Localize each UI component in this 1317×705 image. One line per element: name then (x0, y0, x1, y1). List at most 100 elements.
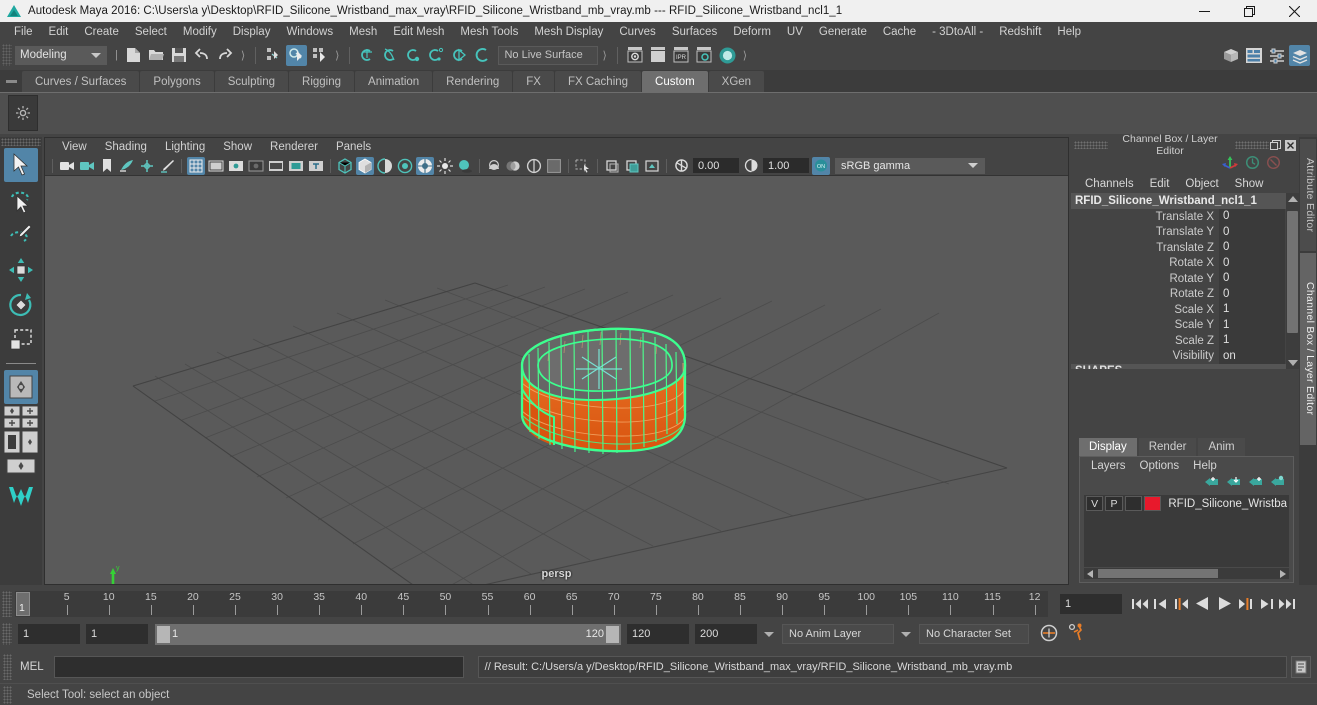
shelf-tab-animation[interactable]: Animation (355, 71, 433, 92)
delete-history-icon[interactable] (1266, 155, 1281, 173)
panel-grip-right[interactable] (1235, 141, 1269, 149)
redo-button[interactable] (215, 45, 236, 66)
smooth-shade-all-icon[interactable] (356, 156, 374, 175)
quick-layout-persp-outliner[interactable] (4, 430, 38, 454)
channel-value-field[interactable]: 1 (1219, 302, 1285, 318)
wireframe-shading-icon[interactable] (336, 157, 354, 175)
scroll-right-arrow-icon[interactable] (1280, 569, 1286, 578)
channel-box-vertical-scrollbar[interactable] (1286, 193, 1299, 369)
menu-help[interactable]: Help (1049, 24, 1089, 40)
xray-joints-icon[interactable] (623, 157, 641, 175)
isolate-select-icon[interactable] (574, 157, 592, 175)
menu-surfaces[interactable]: Surfaces (664, 24, 725, 40)
panel-grip[interactable] (1074, 141, 1108, 149)
menu-mesh-display[interactable]: Mesh Display (526, 24, 611, 40)
live-surface-field[interactable]: No Live Surface (498, 45, 599, 65)
range-slider-grip[interactable] (2, 623, 12, 645)
channel-value-field[interactable]: on (1219, 348, 1285, 364)
channel-value-field[interactable]: 1 (1219, 317, 1285, 333)
toggle-grid-icon[interactable] (187, 156, 205, 175)
scrollbar-thumb[interactable] (1287, 211, 1298, 333)
channels-edit-menu[interactable]: Edit (1142, 178, 1178, 190)
move-tool[interactable] (4, 253, 38, 287)
menu-curves[interactable]: Curves (611, 24, 663, 40)
channel-row-scale-z[interactable]: Scale Z 1 (1071, 333, 1299, 349)
color-profile-dropdown[interactable]: sRGB gamma (835, 157, 985, 174)
toolbox-grip[interactable] (1, 138, 41, 146)
viewport-menu-renderer[interactable]: Renderer (261, 141, 327, 153)
shelf-menu-button[interactable] (0, 70, 22, 92)
close-button[interactable] (1272, 0, 1317, 22)
shelf-tab-sculpting[interactable]: Sculpting (214, 71, 289, 92)
layers-options-menu[interactable]: Options (1133, 460, 1187, 472)
shelf-tab-custom[interactable]: Custom (642, 71, 708, 92)
safe-action-icon[interactable] (287, 157, 305, 175)
menu-deform[interactable]: Deform (725, 24, 779, 40)
display-textures-icon[interactable] (416, 156, 434, 175)
channel-row-rotate-x[interactable]: Rotate X 0 (1071, 255, 1299, 271)
scroll-up-arrow-icon[interactable] (1288, 196, 1298, 202)
tab-display[interactable]: Display (1079, 438, 1137, 456)
channel-value-field[interactable]: 0 (1219, 271, 1285, 287)
new-scene-button[interactable] (123, 45, 144, 66)
scale-tool[interactable] (4, 323, 38, 357)
select-tool[interactable] (4, 148, 38, 182)
viewport-menu-panels[interactable]: Panels (327, 141, 380, 153)
animation-end-time-field[interactable]: 200 (695, 624, 757, 644)
layer-type-toggle[interactable] (1124, 496, 1143, 511)
film-gate-mask-icon[interactable] (267, 157, 285, 175)
scroll-left-arrow-icon[interactable] (1087, 569, 1093, 578)
script-editor-button[interactable] (1291, 655, 1311, 678)
camera-attributes-icon[interactable] (78, 157, 96, 175)
menu-mesh[interactable]: Mesh (341, 24, 385, 40)
statusline-collapse-3[interactable]: ⟩ (331, 49, 343, 62)
menu-generate[interactable]: Generate (811, 24, 875, 40)
menu-uv[interactable]: UV (779, 24, 811, 40)
scroll-down-arrow-icon[interactable] (1288, 360, 1298, 366)
step-back-frame-button[interactable] (1172, 593, 1192, 615)
tab-anim[interactable]: Anim (1198, 438, 1245, 456)
menuset-dropdown[interactable]: Modeling (15, 45, 107, 65)
viewport-menu-lighting[interactable]: Lighting (156, 141, 214, 153)
channel-row-rotate-y[interactable]: Rotate Y 0 (1071, 271, 1299, 287)
statusline-collapse-1[interactable]: | (111, 49, 122, 61)
range-end-handle[interactable] (606, 625, 619, 643)
menu-3dtoall[interactable]: - 3DtoAll - (924, 24, 991, 40)
menu-redshift[interactable]: Redshift (991, 24, 1049, 40)
viewport-3d-canvas[interactable]: y x z persp (45, 176, 1068, 584)
exposure-icon[interactable] (672, 157, 690, 175)
auto-key-button[interactable] (1039, 623, 1059, 646)
film-gate-icon[interactable] (207, 157, 225, 175)
channel-row-translate-x[interactable]: Translate X 0 (1071, 209, 1299, 225)
hscrollbar-thumb[interactable] (1098, 569, 1218, 578)
make-live-button[interactable] (472, 45, 493, 66)
channels-menu[interactable]: Channels (1077, 178, 1142, 190)
menu-edit-mesh[interactable]: Edit Mesh (385, 24, 452, 40)
go-to-end-button[interactable] (1277, 593, 1297, 615)
current-frame-field[interactable]: 1 (1060, 593, 1122, 614)
step-forward-frame-button[interactable] (1235, 593, 1255, 615)
two-d-pan-zoom-icon[interactable] (138, 157, 156, 175)
command-input-field[interactable] (53, 655, 464, 678)
use-default-material-icon[interactable] (396, 157, 414, 175)
color-management-toggle[interactable]: ON (812, 156, 830, 175)
channel-value-field[interactable]: 1 (1219, 333, 1285, 349)
snap-to-curve-button[interactable] (380, 45, 401, 66)
channel-value-field[interactable]: 0 (1219, 255, 1285, 271)
gamma-field[interactable]: 1.00 (763, 158, 809, 173)
help-line-grip[interactable] (3, 685, 12, 704)
play-forwards-button[interactable] (1214, 593, 1234, 615)
screen-space-ao-icon[interactable] (485, 157, 503, 175)
channel-value-field[interactable]: 0 (1219, 286, 1285, 302)
tab-render[interactable]: Render (1138, 438, 1197, 456)
channel-row-scale-y[interactable]: Scale Y 1 (1071, 317, 1299, 333)
character-set-dropdown[interactable]: No Character Set (919, 624, 1029, 644)
new-layer-from-selected-icon[interactable] (1270, 475, 1285, 491)
channels-object-menu[interactable]: Object (1177, 178, 1226, 190)
menu-windows[interactable]: Windows (278, 24, 341, 40)
shadows-icon[interactable] (456, 157, 474, 175)
manipulator-icon[interactable] (1221, 155, 1239, 173)
layer-visibility-toggle[interactable]: V (1086, 496, 1104, 511)
layer-row[interactable]: V P RFID_Silicone_Wristband (1084, 495, 1289, 512)
menu-create[interactable]: Create (76, 24, 127, 40)
